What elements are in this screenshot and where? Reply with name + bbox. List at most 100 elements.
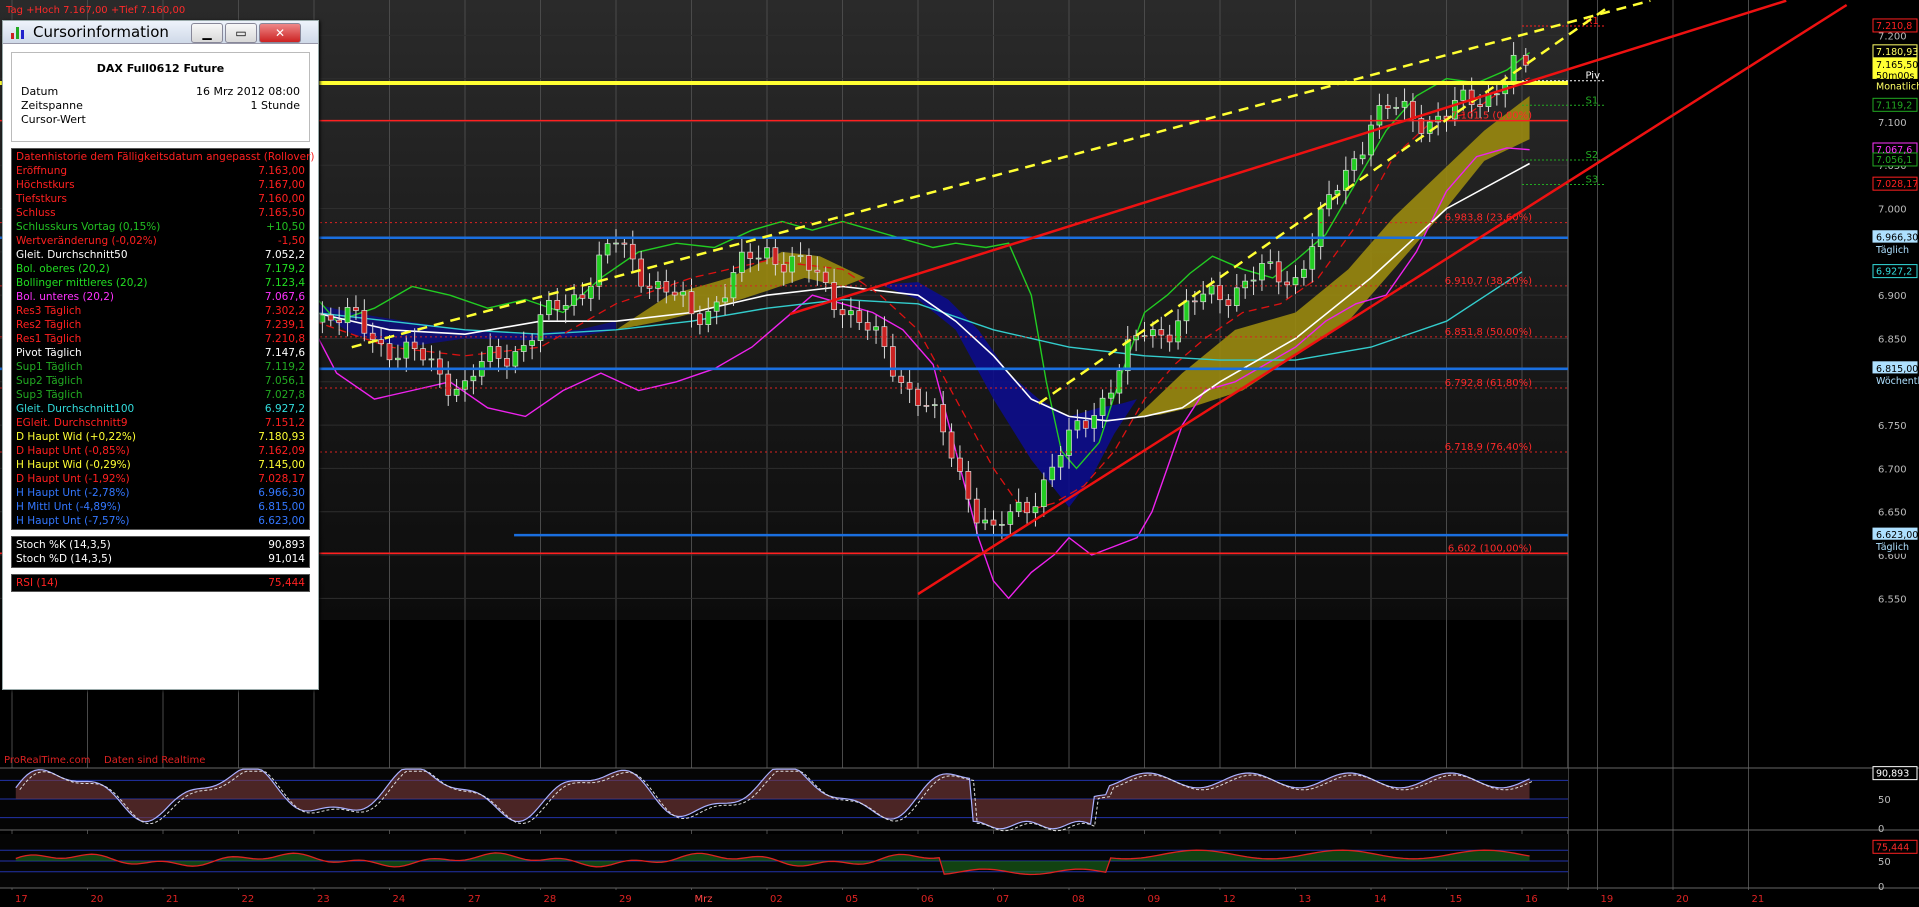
indicator-value: 7.302,2 (264, 305, 305, 317)
candle-body (722, 297, 728, 303)
candle-body (1401, 100, 1408, 108)
price-tag-text: 6.966,30 (1876, 233, 1918, 244)
candle-body (420, 348, 426, 361)
rsi-row: RSI (14) 75,444 (16, 576, 305, 590)
indicator-value: 7.028,17 (258, 473, 305, 485)
indicator-value: 7.145,00 (258, 459, 305, 471)
candle-body (663, 281, 670, 293)
indicator-row: Pivot Täglich 7.147,6 (16, 346, 305, 360)
candle-body (1410, 100, 1416, 119)
indicator-value: 7.165,50 (258, 207, 305, 219)
candle-body (436, 358, 443, 375)
maximize-button[interactable]: ▭ (225, 23, 257, 43)
indicator-value: 7.210,8 (264, 333, 305, 345)
candle-body (562, 305, 569, 310)
date-tick-label: 13 (1299, 894, 1312, 905)
indicator-value: 7.119,2 (264, 361, 305, 373)
minimize-button[interactable]: ▁ (191, 23, 223, 43)
indicator-value: 7.067,6 (264, 291, 305, 303)
pivot-label: Piv (1586, 71, 1601, 82)
candle-body (1477, 104, 1483, 107)
close-button[interactable]: ✕ (259, 23, 301, 43)
candle-body (571, 294, 577, 306)
price-tag-text: Wöchentlich (1876, 376, 1919, 387)
candle-body (1242, 280, 1249, 289)
rsi-value: 75,444 (268, 577, 305, 589)
candle-body (730, 272, 737, 299)
candle-body (1116, 370, 1123, 394)
stoch-d-value: 91,014 (268, 553, 305, 565)
price-tag-text: 7.180,93 (1876, 47, 1918, 58)
price-tag-text: Täglich (1875, 245, 1909, 256)
pivot-label: S2 (1586, 150, 1599, 161)
candle-body (755, 257, 762, 260)
rsi-tag-text: 75,444 (1876, 842, 1909, 853)
candle-body (1057, 455, 1064, 468)
indicator-label: H Haupt Unt (-2,78%) (16, 487, 130, 499)
date-row: Datum 16 Mrz 2012 08:00 (21, 85, 300, 98)
price-tick-label: 6.550 (1878, 594, 1907, 605)
candle-body (1208, 285, 1215, 295)
indicator-row: D Haupt Unt (-0,85%) 7.162,09 (16, 444, 305, 458)
date-tick-label: 24 (393, 894, 406, 905)
candle-body (378, 339, 384, 345)
candle-body (1024, 501, 1030, 514)
indicator-label: EGleit. Durchschnitt9 (16, 417, 128, 429)
candle-body (604, 243, 611, 256)
candle-body (327, 314, 334, 321)
timeframe-value: 1 Stunde (250, 99, 300, 112)
indicator-value: 7.180,93 (258, 431, 305, 443)
window-titlebar[interactable]: Cursorinformation ▁ ▭ ✕ (3, 21, 318, 44)
indicator-row: Wertveränderung (-0,02%) -1,50 (16, 234, 305, 248)
candle-body (546, 299, 552, 316)
rsi-axis-label: 50 (1878, 857, 1891, 868)
candle-body (1376, 105, 1383, 126)
price-tick-label: 7.200 (1878, 31, 1907, 42)
candle-body (629, 243, 636, 260)
pivot-label: S3 (1586, 174, 1599, 185)
candle-body (1108, 392, 1114, 399)
candle-body (814, 269, 821, 273)
price-tick-label: 6.700 (1878, 464, 1907, 475)
indicator-value: +10,50 (266, 221, 305, 233)
candle-body (1292, 277, 1299, 286)
candle-body (671, 291, 678, 296)
candle-body (529, 340, 535, 346)
candle-body (898, 375, 905, 383)
indicator-value: 7.151,2 (264, 417, 305, 429)
indicator-label: Eröffnung (16, 165, 68, 177)
indicator-label: Wertveränderung (-0,02%) (16, 235, 157, 247)
candle-body (428, 358, 435, 361)
indicator-label: Sup3 Täglich (16, 389, 83, 401)
candle-body (554, 299, 561, 310)
candle-body (1074, 420, 1081, 431)
candle-body (504, 358, 510, 367)
indicator-row: H Haupt Unt (-7,57%) 6.623,00 (16, 514, 305, 528)
candle-body (1133, 335, 1139, 341)
candle-body (1259, 263, 1265, 281)
top-info-text: Tag +Hoch 7.167,00 +Tief 7.160,00 (5, 5, 185, 16)
candle-body (495, 346, 502, 359)
instrument-name: DAX Full0612 Future (96, 62, 225, 75)
indicator-row: D Haupt Unt (-1,92%) 7.028,17 (16, 472, 305, 486)
indicator-value: 7.123,4 (264, 277, 305, 289)
date-tick-label: 19 (1601, 894, 1614, 905)
candle-body (1250, 279, 1257, 282)
indicator-value: 7.160,00 (258, 193, 305, 205)
indicator-label: Schluss (16, 207, 56, 219)
indicator-label: D Haupt Wid (+0,22%) (16, 431, 136, 443)
candle-body (789, 255, 796, 273)
date-tick-label: 27 (468, 894, 481, 905)
candle-body (764, 247, 770, 259)
cursor-info-window[interactable]: Cursorinformation ▁ ▭ ✕ DAX Full0612 Fut… (2, 20, 319, 690)
indicator-label: Sup1 Täglich (16, 361, 83, 373)
date-tick-label: 23 (317, 894, 330, 905)
candle-body (487, 346, 494, 362)
candle-body (1225, 299, 1232, 306)
indicator-label: Datenhistorie dem Fälligkeitsdatum angep… (16, 151, 315, 163)
candle-body (931, 404, 938, 406)
candle-body (780, 264, 787, 273)
candle-body (1040, 479, 1047, 508)
indicator-row: H Haupt Wid (-0,29%) 7.145,00 (16, 458, 305, 472)
candle-body (680, 291, 686, 296)
